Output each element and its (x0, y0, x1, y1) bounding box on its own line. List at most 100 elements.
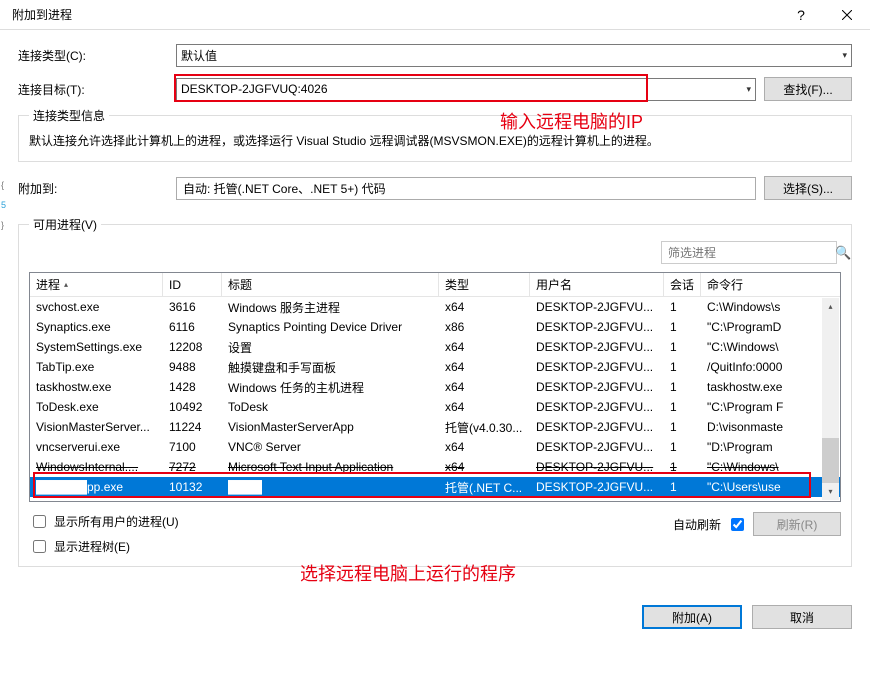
close-button[interactable] (824, 0, 870, 30)
table-cell: C:\Windows\s (701, 298, 813, 316)
table-row[interactable]: svchost.exe3616Windows 服务主进程x64DESKTOP-2… (30, 297, 840, 317)
conn-type-value: 默认值 (181, 47, 217, 64)
table-cell: ████ (222, 478, 439, 496)
table-cell: 7100 (163, 438, 222, 456)
table-row[interactable]: SystemSettings.exe12208设置x64DESKTOP-2JGF… (30, 337, 840, 357)
table-cell: DESKTOP-2JGFVU... (530, 398, 664, 416)
filter-input[interactable] (662, 246, 829, 260)
search-icon: 🔍 (829, 245, 857, 261)
refresh-button[interactable]: 刷新(R) (753, 512, 841, 536)
table-row[interactable]: TabTip.exe9488触摸键盘和手写面板x64DESKTOP-2JGFVU… (30, 357, 840, 377)
table-cell: WindowsInternal.... (30, 458, 163, 476)
table-cell: 1 (664, 338, 701, 356)
attach-to-label: 附加到: (18, 180, 176, 197)
table-cell: 6116 (163, 318, 222, 336)
table-cell: x86 (439, 318, 530, 336)
table-cell: taskhostw.exe (701, 378, 813, 396)
table-cell: 1 (664, 398, 701, 416)
titlebar: 附加到进程 ? (0, 0, 870, 30)
table-cell: "C:\Windows\ (701, 338, 813, 356)
conn-target-label: 连接目标(T): (18, 81, 176, 98)
table-cell: x64 (439, 378, 530, 396)
table-cell: "D:\Program (701, 438, 813, 456)
table-row[interactable]: taskhostw.exe1428Windows 任务的主机进程x64DESKT… (30, 377, 840, 397)
table-cell: 1 (664, 458, 701, 476)
table-cell: 10132 (163, 478, 222, 496)
table-cell: "C:\ProgramD (701, 318, 813, 336)
show-tree-input[interactable] (33, 540, 46, 553)
table-cell: SystemSettings.exe (30, 338, 163, 356)
find-button[interactable]: 查找(F)... (764, 77, 852, 101)
table-cell: 10492 (163, 398, 222, 416)
table-cell: Synaptics.exe (30, 318, 163, 336)
select-button[interactable]: 选择(S)... (764, 176, 852, 200)
table-cell: 触摸键盘和手写面板 (222, 357, 439, 378)
table-cell: 1 (664, 418, 701, 436)
scroll-up-icon[interactable]: ▴ (822, 298, 839, 315)
table-row[interactable]: WindowsInternal....7272Microsoft Text In… (30, 457, 840, 477)
table-cell: DESKTOP-2JGFVU... (530, 338, 664, 356)
conn-target-value: DESKTOP-2JGFVUQ:4026 (181, 82, 328, 96)
table-cell: "C:\Program F (701, 398, 813, 416)
conn-type-combo[interactable]: 默认值 ▾ (176, 44, 852, 67)
col-process[interactable]: 进程▴ (30, 273, 163, 296)
table-cell: TabTip.exe (30, 358, 163, 376)
conn-info-fieldset: 连接类型信息 默认连接允许选择此计算机上的进程，或选择运行 Visual Stu… (18, 107, 852, 162)
process-table[interactable]: 进程▴ ID 标题 类型 用户名 会话 命令行 svchost.exe3616W… (29, 272, 841, 502)
auto-refresh-checkbox[interactable] (731, 518, 744, 531)
col-session[interactable]: 会话 (664, 273, 701, 296)
table-row[interactable]: ToDesk.exe10492ToDeskx64DESKTOP-2JGFVU..… (30, 397, 840, 417)
table-cell: Microsoft Text Input Application (222, 458, 439, 476)
conn-info-text: 默认连接允许选择此计算机上的进程，或选择运行 Visual Studio 远程调… (29, 132, 841, 151)
table-cell: 12208 (163, 338, 222, 356)
table-header: 进程▴ ID 标题 类型 用户名 会话 命令行 (30, 273, 840, 297)
table-row[interactable]: VisionMasterServer...11224VisionMasterSe… (30, 417, 840, 437)
table-cell: 11224 (163, 418, 222, 436)
table-cell: 1428 (163, 378, 222, 396)
col-user[interactable]: 用户名 (530, 273, 664, 296)
dialog-footer: 附加(A) 取消 (0, 593, 870, 641)
sort-asc-icon: ▴ (64, 280, 68, 289)
attach-button[interactable]: 附加(A) (642, 605, 742, 629)
table-cell: ToDesk.exe (30, 398, 163, 416)
show-all-users-input[interactable] (33, 515, 46, 528)
table-row[interactable]: Synaptics.exe6116Synaptics Pointing Devi… (30, 317, 840, 337)
table-cell: 3616 (163, 298, 222, 316)
table-cell: 1 (664, 318, 701, 336)
table-cell: Synaptics Pointing Device Driver (222, 318, 439, 336)
table-cell: svchost.exe (30, 298, 163, 316)
cancel-button[interactable]: 取消 (752, 605, 852, 629)
available-processes-legend: 可用进程(V) (29, 216, 101, 233)
scroll-down-icon[interactable]: ▾ (822, 483, 839, 500)
table-cell: DESKTOP-2JGFVU... (530, 438, 664, 456)
auto-refresh-label: 自动刷新 (673, 516, 721, 533)
table-cell: VisionMasterServerApp (222, 418, 439, 436)
col-cmd[interactable]: 命令行 (701, 273, 813, 296)
conn-type-label: 连接类型(C): (18, 47, 176, 64)
table-cell: VisionMasterServer... (30, 418, 163, 436)
conn-target-combo[interactable]: DESKTOP-2JGFVUQ:4026 ▾ (176, 78, 756, 101)
table-cell: x64 (439, 438, 530, 456)
table-scrollbar[interactable]: ▴ ▾ (822, 298, 839, 500)
col-title[interactable]: 标题 (222, 273, 439, 296)
show-tree-checkbox[interactable]: 显示进程树(E) (29, 537, 179, 556)
scroll-thumb[interactable] (822, 438, 839, 486)
conn-info-legend: 连接类型信息 (29, 107, 109, 124)
table-cell: ██████pp.exe (30, 478, 163, 496)
show-all-users-checkbox[interactable]: 显示所有用户的进程(U) (29, 512, 179, 531)
table-row[interactable]: vncserverui.exe7100VNC® Serverx64DESKTOP… (30, 437, 840, 457)
help-button[interactable]: ? (778, 0, 824, 30)
table-cell: x64 (439, 398, 530, 416)
filter-input-wrap[interactable]: 🔍 (661, 241, 837, 264)
table-cell: 7272 (163, 458, 222, 476)
col-id[interactable]: ID (163, 273, 222, 296)
table-cell: DESKTOP-2JGFVU... (530, 318, 664, 336)
col-type[interactable]: 类型 (439, 273, 530, 296)
chevron-down-icon: ▾ (842, 50, 847, 61)
available-processes-fieldset: 可用进程(V) 🔍 进程▴ ID 标题 类型 用户名 会话 命令行 svchos… (18, 216, 852, 567)
table-cell: "C:\Users\use (701, 478, 813, 496)
table-row[interactable]: ██████pp.exe10132████托管(.NET C...DESKTOP… (30, 477, 840, 497)
table-cell: taskhostw.exe (30, 378, 163, 396)
table-cell: x64 (439, 338, 530, 356)
table-cell: /QuitInfo:0000 (701, 358, 813, 376)
